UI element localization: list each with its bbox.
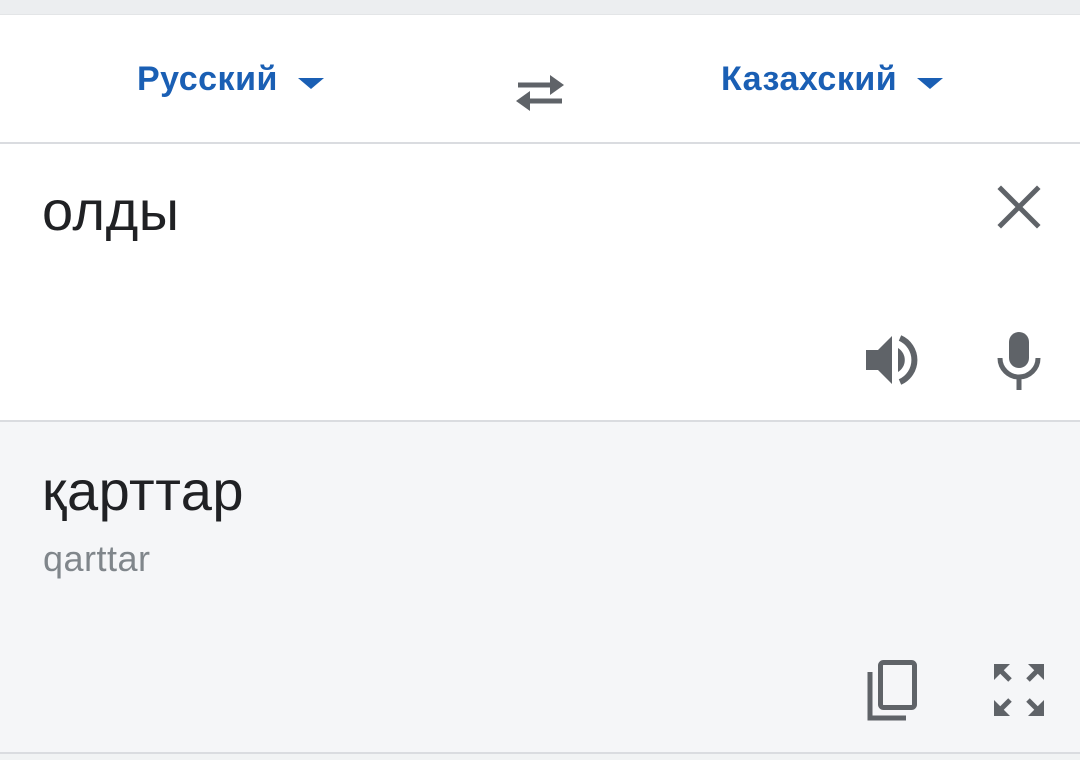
source-language-selector[interactable]: Русский bbox=[137, 53, 324, 105]
target-language-selector[interactable]: Казахский bbox=[721, 53, 944, 105]
translation-output-area: қарттар qarttar bbox=[0, 422, 1080, 754]
target-language-label: Казахский bbox=[721, 59, 898, 98]
source-input-area[interactable]: олды bbox=[0, 144, 1080, 422]
swap-arrows-icon bbox=[516, 75, 564, 111]
chevron-down-icon bbox=[917, 77, 944, 89]
translation-text: қарттар bbox=[42, 459, 245, 522]
close-icon bbox=[997, 185, 1041, 229]
transliteration-text: qarttar bbox=[43, 538, 151, 579]
fullscreen-button[interactable] bbox=[988, 660, 1050, 720]
source-language-label: Русский bbox=[137, 59, 278, 98]
translate-app: Русский Казахский олды қарттар qarttar bbox=[0, 0, 1080, 760]
chevron-down-icon bbox=[297, 77, 324, 89]
source-text[interactable]: олды bbox=[42, 178, 180, 243]
voice-input-button[interactable] bbox=[992, 330, 1046, 392]
top-strip bbox=[0, 0, 1080, 14]
language-bar: Русский Казахский bbox=[0, 14, 1080, 144]
swap-languages-button[interactable] bbox=[510, 69, 570, 117]
copy-translation-button[interactable] bbox=[862, 658, 922, 722]
fullscreen-icon bbox=[994, 664, 1044, 716]
speaker-icon bbox=[866, 335, 918, 385]
microphone-icon bbox=[997, 332, 1041, 390]
listen-source-button[interactable] bbox=[860, 330, 926, 390]
copy-icon bbox=[867, 660, 917, 721]
clear-button[interactable] bbox=[992, 180, 1046, 234]
